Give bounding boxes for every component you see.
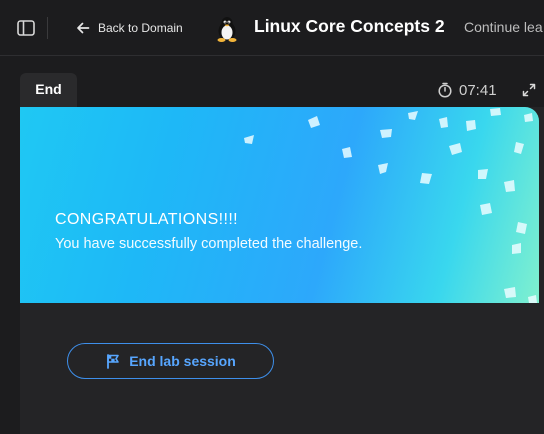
success-banner: CONGRATULATIONS!!!! You have successfull… [20,107,539,303]
congratulations-heading: CONGRATULATIONS!!!! [55,211,239,228]
back-to-domain-label: Back to Domain [98,21,183,35]
tab-end[interactable]: End [20,73,77,107]
page-title: Linux Core Concepts 2 [254,16,445,36]
end-lab-session-label: End lab session [129,353,236,369]
completion-message: You have successfully completed the chal… [55,236,363,252]
lab-timer: 07:41 [437,80,497,100]
stopwatch-icon [438,82,452,98]
arrow-left-icon [77,22,90,34]
confetti-decoration [244,108,537,303]
header-divider [47,17,48,39]
fullscreen-icon[interactable] [521,82,537,98]
continue-learning-link[interactable]: Continue lea [464,19,543,35]
flag-icon [107,354,120,369]
end-lab-session-button[interactable]: End lab session [67,343,274,379]
back-to-domain-link[interactable]: Back to Domain [76,18,183,38]
lab-panel: CONGRATULATIONS!!!! You have successfull… [20,107,544,434]
top-bar: Back to Domain Linux Core Concepts 2 Con… [0,0,544,56]
timer-value: 07:41 [459,81,497,99]
sidebar-toggle-icon[interactable] [17,20,35,36]
tux-penguin-icon [217,17,237,42]
